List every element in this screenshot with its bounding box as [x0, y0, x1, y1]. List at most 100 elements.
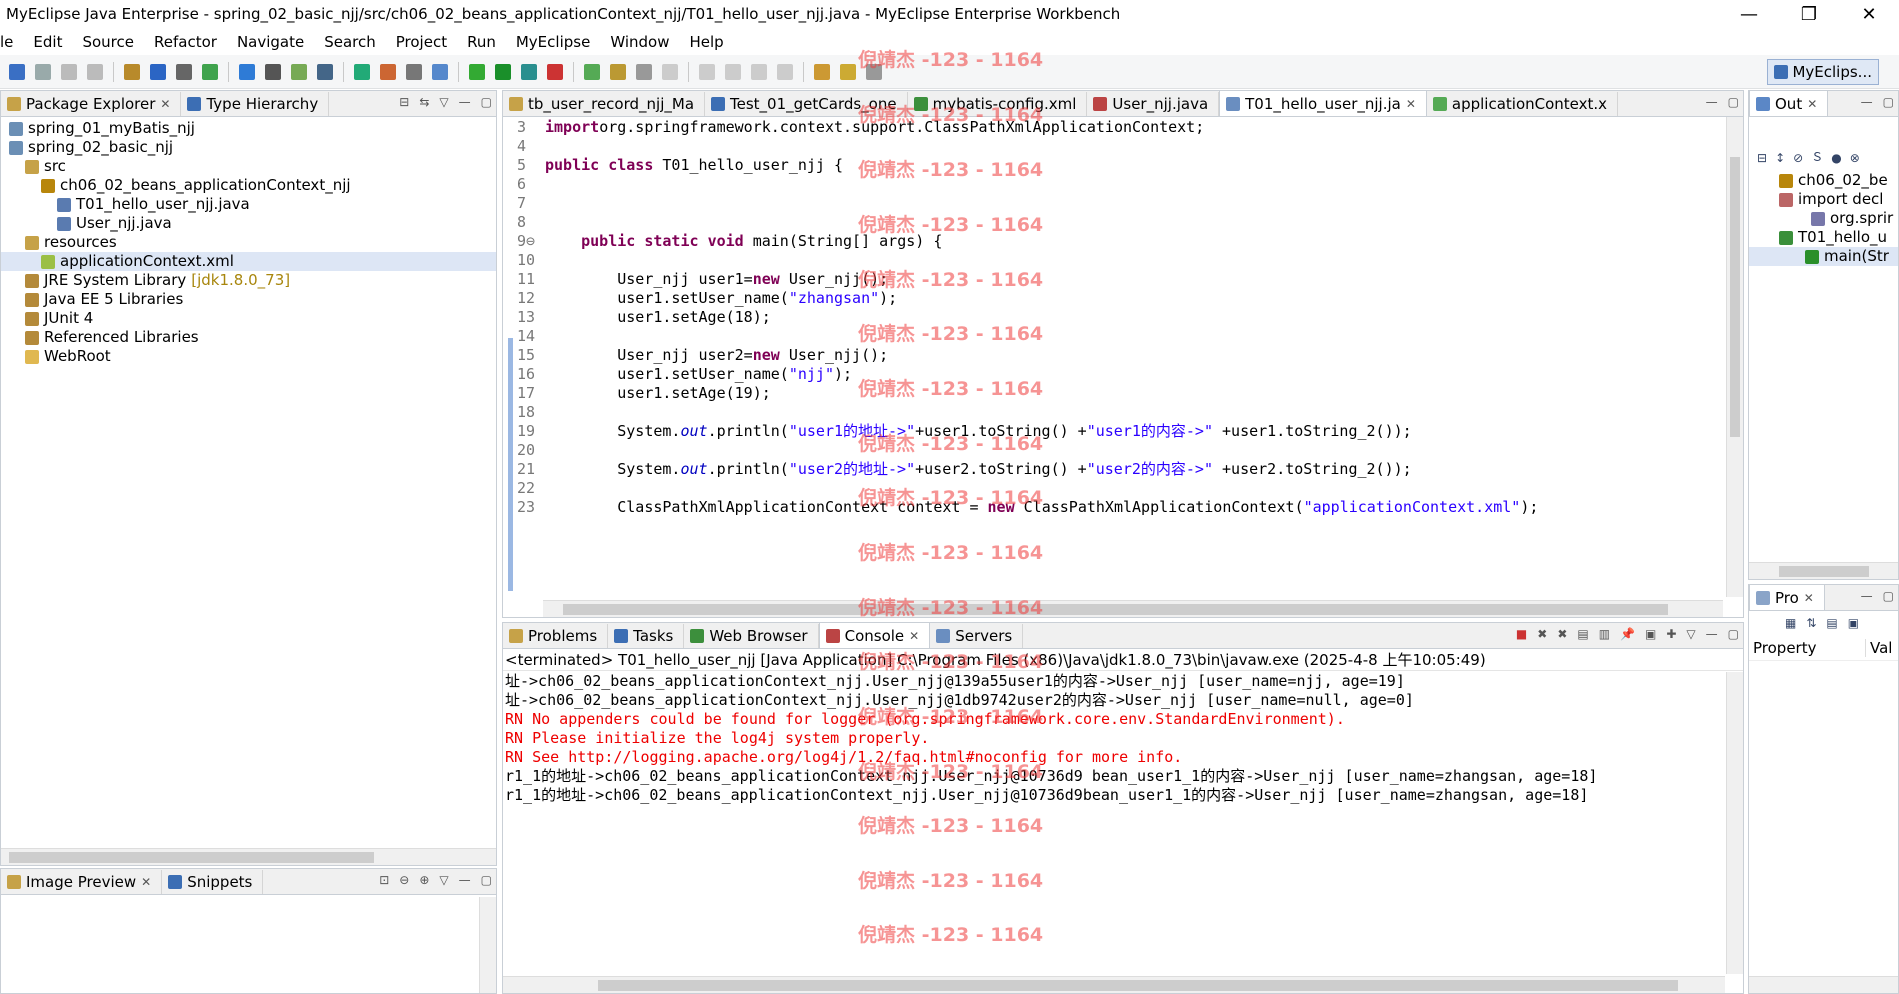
zoom-fit-icon[interactable]: ⊡: [379, 873, 389, 887]
menu-source[interactable]: Source: [72, 33, 144, 51]
menu-refactor[interactable]: Refactor: [144, 33, 227, 51]
save-all-icon[interactable]: [61, 63, 77, 80]
maximize-view-icon[interactable]: ▢: [1883, 95, 1894, 109]
run-server-icon[interactable]: [239, 63, 255, 80]
editor-vscrollbar[interactable]: [1726, 117, 1743, 597]
view-menu-icon[interactable]: ▽: [1686, 627, 1695, 641]
menu-project[interactable]: Project: [386, 33, 457, 51]
last-edit-icon[interactable]: [866, 63, 882, 80]
forward-icon[interactable]: [840, 63, 856, 80]
outline-item-import-decl[interactable]: import decl: [1749, 190, 1898, 209]
server-icon[interactable]: [150, 63, 166, 80]
nav-icon[interactable]: [777, 63, 793, 80]
image-preview-vscrollbar[interactable]: [479, 897, 496, 993]
package-icon[interactable]: [124, 63, 140, 80]
tab-image-preview[interactable]: Image Preview ✕: [1, 870, 163, 894]
minimize-view-icon[interactable]: —: [1706, 627, 1718, 641]
outline-hscrollbar[interactable]: [1749, 562, 1898, 579]
scroll-lock-icon[interactable]: ▥: [1599, 627, 1610, 641]
tree-item-applicationcontext-xml[interactable]: applicationContext.xml: [1, 252, 496, 271]
new-console-icon[interactable]: ✚: [1666, 627, 1676, 641]
editor-tab-test-01-getcards-one[interactable]: Test_01_getCards_one: [705, 92, 908, 116]
build-icon[interactable]: [380, 63, 396, 80]
tree-item-jre-system-library[interactable]: JRE System Library [jdk1.8.0_73]: [1, 271, 496, 290]
open-perspective-icon[interactable]: [354, 63, 370, 80]
code-area[interactable]: 3 importorg.springframework.context.suppo…: [503, 118, 1723, 517]
tree-item-java-ee-5-libraries[interactable]: Java EE 5 Libraries: [1, 290, 496, 309]
console-output[interactable]: 址->ch06_02_beans_applicationContext_njj.…: [505, 672, 1723, 805]
tree-item-referenced-libraries[interactable]: Referenced Libraries: [1, 328, 496, 347]
run-icon[interactable]: [432, 63, 448, 80]
menu-navigate[interactable]: Navigate: [227, 33, 314, 51]
remove-all-icon[interactable]: ✖: [1557, 627, 1567, 641]
editor-hscrollbar[interactable]: [543, 600, 1723, 617]
debug-icon[interactable]: [406, 63, 422, 80]
menu-run[interactable]: Run: [457, 33, 506, 51]
console-tab-servers[interactable]: Servers: [930, 624, 1024, 648]
clear-console-icon[interactable]: ▤: [1577, 627, 1588, 641]
menu-edit[interactable]: Edit: [23, 33, 72, 51]
maximize-view-icon[interactable]: ▢: [1728, 627, 1739, 641]
pencil-icon[interactable]: [584, 63, 600, 80]
console-tab-tasks[interactable]: Tasks: [608, 624, 685, 648]
close-icon[interactable]: ✕: [160, 97, 170, 111]
edit-icon[interactable]: [636, 63, 652, 80]
advanced-icon[interactable]: ⇅: [1806, 616, 1816, 630]
outline-item-main-str[interactable]: main(Str: [1749, 247, 1898, 266]
minimize-view-icon[interactable]: —: [459, 873, 471, 887]
search-icon[interactable]: [291, 63, 307, 80]
close-icon[interactable]: ✕: [909, 629, 919, 643]
outline-icon[interactable]: [751, 63, 767, 80]
save-icon[interactable]: [35, 63, 51, 80]
minimize-view-icon[interactable]: —: [1861, 95, 1873, 109]
tab-outline[interactable]: Out ✕: [1749, 91, 1829, 116]
perspective-button[interactable]: MyEclips...: [1767, 59, 1879, 85]
close-icon[interactable]: ✕: [141, 875, 151, 889]
outline-item-ch06-02-be[interactable]: ch06_02_be: [1749, 171, 1898, 190]
close-icon[interactable]: ✕: [1804, 591, 1814, 605]
tab-package-explorer[interactable]: Package Explorer ✕: [1, 92, 182, 116]
settings-icon[interactable]: [176, 63, 192, 80]
tree-item-webroot[interactable]: WebRoot: [1, 347, 496, 366]
package-explorer-hscrollbar[interactable]: [1, 848, 496, 865]
hide-local-icon[interactable]: ⊗: [1850, 151, 1860, 165]
hide-static-icon[interactable]: Ｓ: [1811, 148, 1823, 165]
link-editor-icon[interactable]: ⇆: [419, 95, 429, 109]
display-console-icon[interactable]: ▣: [1645, 627, 1656, 641]
web-icon[interactable]: [521, 63, 537, 80]
zoom-in-icon[interactable]: ⊕: [419, 873, 429, 887]
pin-icon[interactable]: ▣: [1848, 616, 1859, 630]
minimize-button[interactable]: —: [1719, 0, 1779, 28]
close-button[interactable]: ✕: [1839, 0, 1899, 28]
minimize-view-icon[interactable]: —: [459, 95, 471, 109]
open-type-icon[interactable]: [265, 63, 281, 80]
refresh-icon[interactable]: [317, 63, 333, 80]
sort-icon[interactable]: ↕: [1775, 151, 1785, 165]
editor-tab-user-njj-java[interactable]: User_njj.java: [1087, 92, 1220, 116]
editor-tab-t01-hello-user-njj-ja[interactable]: T01_hello_user_njj.ja ✕: [1219, 91, 1427, 116]
print-icon[interactable]: [87, 63, 103, 80]
console-tab-console[interactable]: Console ✕: [818, 623, 931, 648]
deploy-icon[interactable]: [202, 63, 218, 80]
back-icon[interactable]: [814, 63, 830, 80]
maximize-view-icon[interactable]: ▢: [481, 95, 492, 109]
menu-le[interactable]: le: [0, 33, 23, 51]
console-vscrollbar[interactable]: [1726, 672, 1743, 974]
coverage-icon[interactable]: [469, 63, 485, 80]
outline-item-t01-hello-u[interactable]: T01_hello_u: [1749, 228, 1898, 247]
menu-help[interactable]: Help: [679, 33, 733, 51]
external-tools-icon[interactable]: [495, 63, 511, 80]
task-icon[interactable]: [610, 63, 626, 80]
maximize-view-icon[interactable]: ▢: [1883, 589, 1894, 603]
sort-icon[interactable]: [725, 63, 741, 80]
tree-item-user-njj-java[interactable]: User_njj.java: [1, 214, 496, 233]
tree-item-src[interactable]: src: [1, 157, 496, 176]
tree-item-spring-01-mybatis-njj[interactable]: spring_01_myBatis_njj: [1, 119, 496, 138]
close-icon[interactable]: ✕: [1807, 97, 1817, 111]
maximize-view-icon[interactable]: ▢: [481, 873, 492, 887]
properties-hscrollbar[interactable]: [1749, 976, 1898, 993]
collapse-all-icon[interactable]: ⊟: [1757, 151, 1767, 165]
collapse-all-icon[interactable]: ⊟: [399, 95, 409, 109]
minimize-view-icon[interactable]: —: [1706, 95, 1718, 109]
tab-snippets[interactable]: Snippets: [162, 870, 264, 894]
